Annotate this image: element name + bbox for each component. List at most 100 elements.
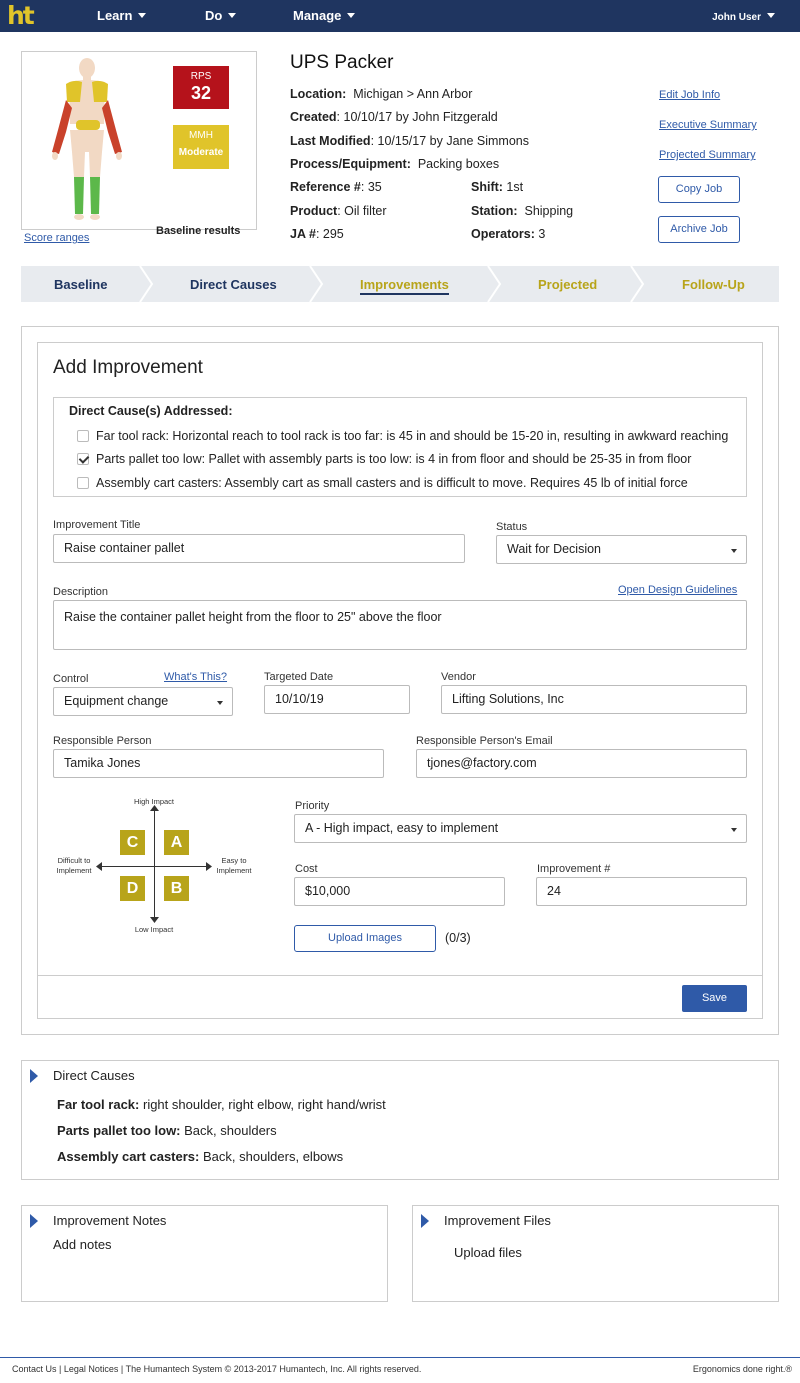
direct-causes-title[interactable]: Direct Causes: [53, 1068, 135, 1083]
nav-learn[interactable]: Learn: [97, 8, 147, 23]
job-ja: JA #: 295: [290, 227, 344, 241]
notes-title[interactable]: Improvement Notes: [53, 1213, 166, 1228]
job-station: Station: Shipping: [471, 204, 574, 218]
improvement-number-input[interactable]: 24: [536, 877, 747, 906]
easy-label: Easy to Implement: [216, 856, 252, 875]
chevron-down-icon: [767, 13, 775, 18]
step-separator-icon: [139, 266, 154, 302]
list-item: Assembly cart casters: Back, shoulders, …: [57, 1149, 344, 1164]
improvement-number-label: Improvement #: [537, 863, 611, 875]
legal-notices-link[interactable]: Legal Notices: [64, 1364, 119, 1374]
footer-tagline: Ergonomics done right.®: [692, 1364, 792, 1374]
chevron-down-icon: [138, 13, 147, 18]
list-item: Far tool rack: right shoulder, right elb…: [57, 1097, 386, 1112]
description-input[interactable]: Raise the container pallet height from t…: [53, 600, 747, 650]
archive-job-button[interactable]: Archive Job: [658, 216, 740, 243]
title-label: Improvement Title: [53, 519, 141, 531]
responsible-email-label: Responsible Person's Email: [416, 735, 553, 747]
cost-label: Cost: [295, 863, 318, 875]
user-menu[interactable]: John User: [712, 12, 775, 23]
checkbox[interactable]: [77, 430, 89, 442]
job-reference: Reference #: 35: [290, 180, 382, 194]
cost-input[interactable]: $10,000: [294, 877, 505, 906]
humantech-logo[interactable]: ht: [7, 1, 35, 30]
files-title[interactable]: Improvement Files: [444, 1213, 551, 1228]
job-product: Product: Oil filter: [290, 204, 387, 218]
rps-value: 32: [190, 83, 212, 103]
difficult-label: Difficult to Implement: [56, 856, 92, 875]
status-label: Status: [496, 521, 528, 533]
design-guidelines-link[interactable]: Open Design Guidelines: [618, 584, 737, 596]
image-count: (0/3): [445, 931, 471, 945]
upload-files-link[interactable]: Upload files: [454, 1245, 522, 1260]
description-label: Description: [53, 586, 109, 598]
cause-option[interactable]: Parts pallet too low: Pallet with assemb…: [77, 452, 732, 466]
expand-arrow-icon[interactable]: [30, 1069, 38, 1083]
step-direct-causes[interactable]: Direct Causes: [190, 277, 277, 292]
priority-label: Priority: [295, 800, 330, 812]
cause-option[interactable]: Assembly cart casters: Assembly cart as …: [77, 476, 732, 490]
quadrant-c: C: [120, 830, 145, 855]
quadrant-d: D: [120, 876, 145, 901]
page-title: UPS Packer: [290, 52, 394, 73]
step-separator-icon: [630, 266, 645, 302]
mmh-label: MMH: [189, 130, 213, 141]
footer-divider: [0, 1357, 800, 1358]
form-heading: Add Improvement: [53, 357, 203, 378]
step-separator-icon: [309, 266, 324, 302]
improvement-title-input[interactable]: Raise container pallet: [53, 534, 465, 563]
priority-select[interactable]: A - High impact, easy to implement: [294, 814, 747, 843]
job-modified: Last Modified: 10/15/17 by Jane Simmons: [290, 134, 529, 148]
cause-option[interactable]: Far tool rack: Horizontal reach to tool …: [77, 429, 732, 443]
rps-label: RPS: [190, 71, 212, 82]
whats-this-link[interactable]: What's This?: [164, 671, 227, 683]
job-process: Process/Equipment: Packing boxes: [290, 157, 500, 171]
chevron-down-icon: [228, 13, 237, 18]
vendor-input[interactable]: Lifting Solutions, Inc: [441, 685, 747, 714]
contact-us-link[interactable]: Contact Us: [12, 1364, 57, 1374]
copy-job-button[interactable]: Copy Job: [658, 176, 740, 203]
add-notes-input[interactable]: Add notes: [53, 1237, 112, 1252]
mmh-badge: MMH Moderate: [173, 125, 229, 169]
control-label: Control: [53, 673, 89, 685]
step-projected[interactable]: Projected: [538, 277, 597, 292]
score-ranges-link[interactable]: Score ranges: [24, 232, 89, 244]
checkbox[interactable]: [77, 477, 89, 489]
status-select[interactable]: Wait for Decision: [496, 535, 747, 564]
executive-summary-link[interactable]: Executive Summary: [659, 119, 757, 131]
quadrant-a: A: [164, 830, 189, 855]
targeted-date-input[interactable]: 10/10/19: [264, 685, 410, 714]
rps-badge: RPS 32: [173, 66, 229, 109]
baseline-results-label: Baseline results: [156, 225, 241, 237]
responsible-person-input[interactable]: Tamika Jones: [53, 749, 384, 778]
job-location: Location: Michigan > Ann Arbor: [290, 87, 473, 101]
copyright-text: The Humantech System © 2013-2017 Humante…: [125, 1364, 422, 1374]
list-item: Parts pallet too low: Back, shoulders: [57, 1123, 277, 1138]
causes-addressed-title: Direct Cause(s) Addressed:: [69, 404, 233, 418]
step-separator-icon: [487, 266, 502, 302]
expand-arrow-icon[interactable]: [421, 1214, 429, 1228]
step-baseline[interactable]: Baseline: [54, 277, 107, 292]
responsible-email-input[interactable]: tjones@factory.com: [416, 749, 747, 778]
save-button[interactable]: Save: [682, 985, 747, 1012]
low-impact-label: Low Impact: [134, 925, 174, 934]
nav-manage[interactable]: Manage: [293, 8, 356, 23]
top-nav: ht Learn Do Manage John User: [0, 0, 800, 32]
mmh-value: Moderate: [178, 147, 224, 158]
footer-left: Contact Us | Legal Notices | The Humante…: [12, 1364, 422, 1374]
nav-do[interactable]: Do: [205, 8, 237, 23]
projected-summary-link[interactable]: Projected Summary: [659, 149, 756, 161]
checkbox-checked[interactable]: [77, 453, 89, 465]
chevron-down-icon: [347, 13, 356, 18]
edit-job-info-link[interactable]: Edit Job Info: [659, 89, 720, 101]
job-operators: Operators: 3: [471, 227, 546, 241]
responsible-person-label: Responsible Person: [53, 735, 152, 747]
step-improvements[interactable]: Improvements: [360, 277, 449, 295]
step-follow-up[interactable]: Follow-Up: [682, 277, 745, 292]
high-impact-label: High Impact: [133, 797, 175, 806]
control-select[interactable]: Equipment change: [53, 687, 233, 716]
vendor-label: Vendor: [441, 671, 476, 683]
upload-images-button[interactable]: Upload Images: [294, 925, 436, 952]
expand-arrow-icon[interactable]: [30, 1214, 38, 1228]
form-divider: [37, 975, 763, 976]
